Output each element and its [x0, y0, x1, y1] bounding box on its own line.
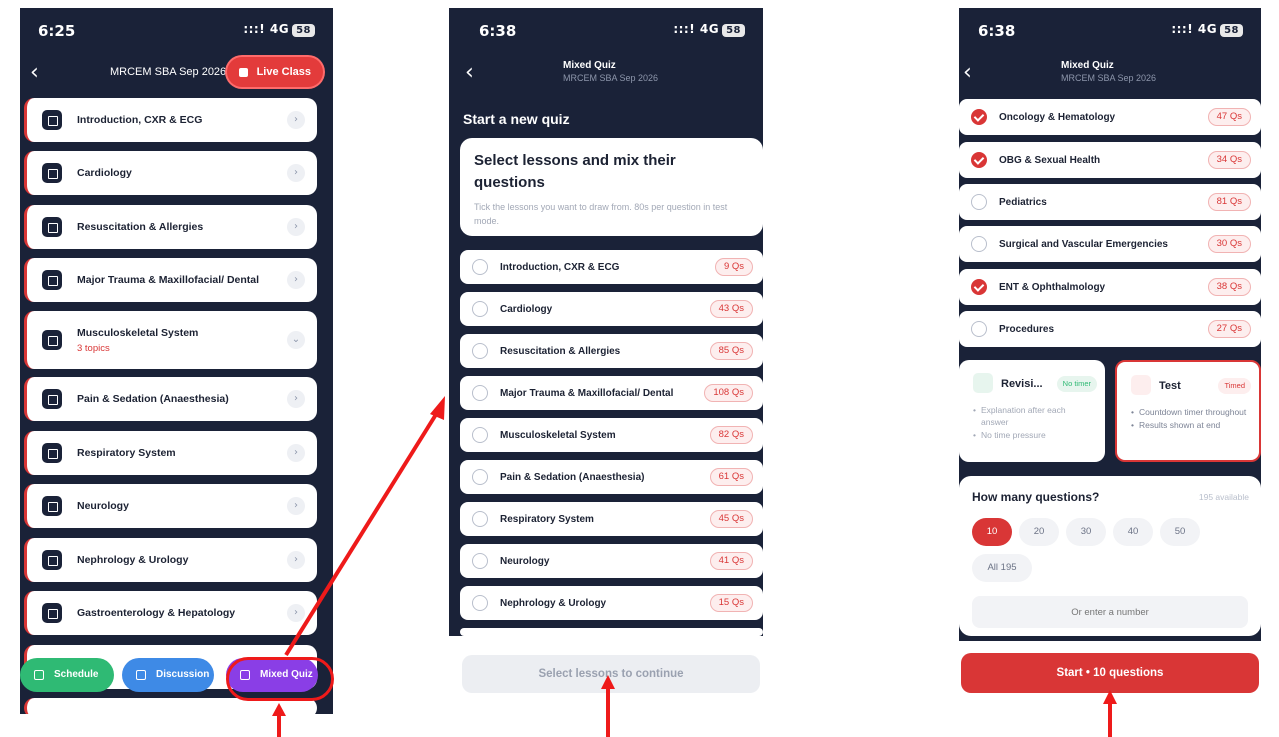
arrow-shaft — [1108, 703, 1112, 737]
annotation-overlay — [272, 396, 1117, 716]
arrow-shaft — [606, 688, 610, 737]
arrow-line — [284, 406, 442, 657]
arrow-head — [430, 396, 445, 420]
arrow-head — [601, 675, 615, 689]
arrow-shaft — [277, 714, 281, 737]
arrow-head — [1103, 690, 1117, 704]
